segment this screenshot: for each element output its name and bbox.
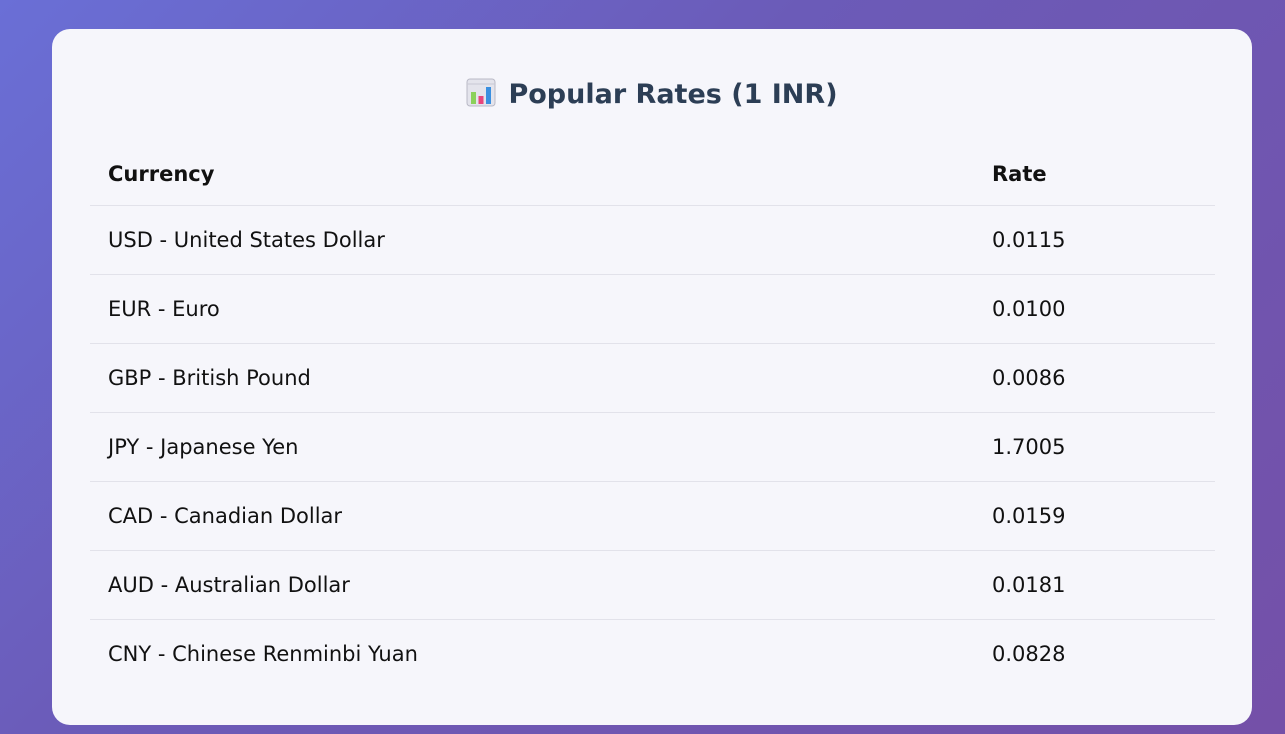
rate-cell: 0.0100 — [974, 274, 1215, 344]
table-row: USD - United States Dollar 0.0115 — [90, 205, 1215, 275]
currency-cell: EUR - Euro — [90, 274, 974, 344]
table-row: EUR - Euro 0.0100 — [90, 274, 1215, 344]
currency-cell: USD - United States Dollar — [90, 205, 974, 275]
currency-cell: JPY - Japanese Yen — [90, 412, 974, 482]
table-row: GBP - British Pound 0.0086 — [90, 343, 1215, 413]
rates-table: Currency Rate USD - United States Dollar… — [90, 143, 1215, 688]
card-title: Popular Rates (1 INR) — [52, 75, 1252, 115]
table-row: AUD - Australian Dollar 0.0181 — [90, 550, 1215, 620]
card-title-text: Popular Rates (1 INR) — [508, 79, 838, 110]
table-header-row: Currency Rate — [90, 143, 1215, 206]
popular-rates-card: Popular Rates (1 INR) Currency Rate USD … — [52, 29, 1252, 725]
rate-cell: 0.0828 — [992, 642, 1066, 666]
header-currency: Currency — [90, 143, 974, 206]
rate-cell: 0.0181 — [974, 550, 1215, 620]
rate-cell: 0.0115 — [974, 205, 1215, 275]
rate-cell: 1.7005 — [974, 412, 1215, 482]
table-row: CNY - Chinese Renminbi Yuan 0.0828 — [90, 620, 1215, 689]
currency-cell: GBP - British Pound — [90, 343, 974, 413]
rate-cell: 0.0086 — [974, 343, 1215, 413]
table-row: CAD - Canadian Dollar 0.0159 — [90, 481, 1215, 551]
currency-cell: CAD - Canadian Dollar — [90, 481, 974, 551]
bar-chart-icon — [466, 77, 496, 107]
currency-cell: CNY - Chinese Renminbi Yuan — [108, 642, 418, 666]
table-row: JPY - Japanese Yen 1.7005 — [90, 412, 1215, 482]
header-rate: Rate — [974, 143, 1215, 206]
currency-cell: AUD - Australian Dollar — [90, 550, 974, 620]
rate-cell: 0.0159 — [974, 481, 1215, 551]
